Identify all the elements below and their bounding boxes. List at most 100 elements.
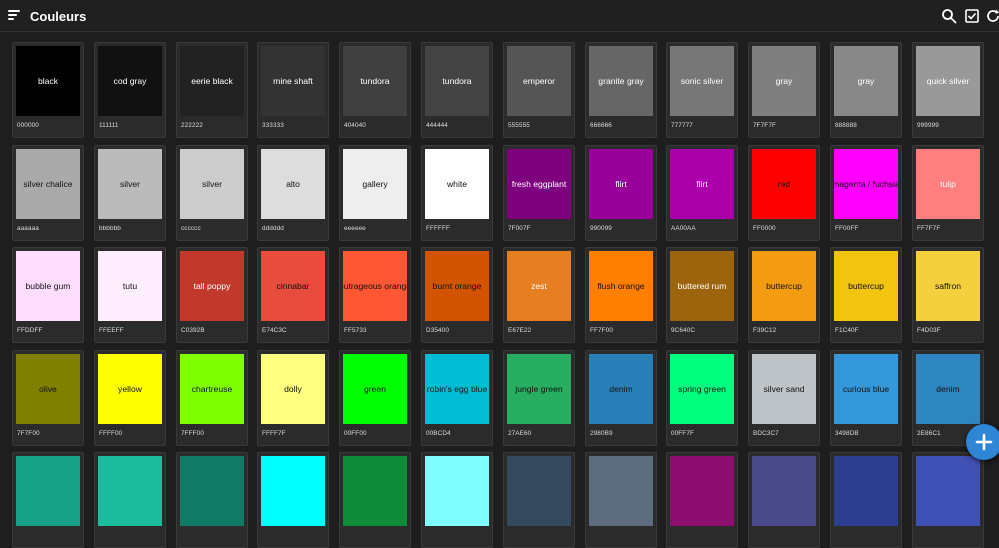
color-name: granite gray [598, 76, 643, 86]
color-card[interactable]: sonic silver777777 [666, 42, 738, 138]
color-card[interactable]: whiteFFFFFF [421, 145, 493, 241]
color-swatch: denim [916, 354, 980, 424]
color-card[interactable]: yellowFFFF00 [94, 350, 166, 446]
color-card[interactable]: cinnabarE74C3C [257, 247, 329, 343]
color-swatch: tundora [425, 46, 489, 116]
refresh-icon[interactable] [985, 8, 999, 24]
checkbox-icon[interactable] [964, 8, 980, 24]
color-card[interactable]: outrageous orangeFF5733 [339, 247, 411, 343]
color-card[interactable]: fresh eggplant7F007F [503, 145, 575, 241]
color-card[interactable]: cod gray111111 [94, 42, 166, 138]
search-icon[interactable] [941, 8, 957, 24]
color-card[interactable]: buttered rum9C640C [666, 247, 738, 343]
color-name: spring green [678, 384, 726, 394]
color-card[interactable]: tall poppyC0392B [176, 247, 248, 343]
color-card[interactable] [585, 452, 657, 548]
color-hex-code: 404040 [344, 122, 366, 129]
color-card[interactable]: altodddddd [257, 145, 329, 241]
color-card[interactable]: galleryeeeeee [339, 145, 411, 241]
color-name: burnt orange [433, 281, 482, 291]
color-name: emperor [523, 76, 555, 86]
color-card[interactable]: spring green00FF7F [666, 350, 738, 446]
color-card[interactable]: jungle green27AE60 [503, 350, 575, 446]
color-name: silver [202, 179, 222, 189]
color-swatch: gray [752, 46, 816, 116]
color-card[interactable]: silver chaliceaaaaaa [12, 145, 84, 241]
color-card[interactable]: silvercccccc [176, 145, 248, 241]
color-swatch: gallery [343, 149, 407, 219]
color-card[interactable] [421, 452, 493, 548]
color-card[interactable]: tulipFF7F7F [912, 145, 984, 241]
color-hex-code: 7F7F7F [753, 122, 776, 129]
color-name: eerie black [191, 76, 233, 86]
color-card[interactable]: gray888888 [830, 42, 902, 138]
color-card[interactable]: dollyFFFF7F [257, 350, 329, 446]
color-card[interactable]: flirt990099 [585, 145, 657, 241]
color-card[interactable]: emperor555555 [503, 42, 575, 138]
color-card[interactable]: zestE67E22 [503, 247, 575, 343]
color-card[interactable]: magenta / fuchsiaFF00FF [830, 145, 902, 241]
color-card[interactable]: curious blue3498DB [830, 350, 902, 446]
color-card[interactable] [503, 452, 575, 548]
color-card[interactable] [12, 452, 84, 548]
color-card[interactable]: granite gray666666 [585, 42, 657, 138]
color-card[interactable]: silver sandBDC3C7 [748, 350, 820, 446]
color-hex-code: 333333 [262, 122, 284, 129]
color-hex-code: FF7F7F [917, 225, 940, 232]
color-swatch: jungle green [507, 354, 571, 424]
color-card[interactable] [176, 452, 248, 548]
menu-icon[interactable] [7, 7, 23, 23]
color-card[interactable] [666, 452, 738, 548]
color-hex-code: 7F007F [508, 225, 531, 232]
color-card[interactable]: buttercupF39C12 [748, 247, 820, 343]
color-swatch [98, 456, 162, 526]
color-card[interactable]: olive7F7F00 [12, 350, 84, 446]
color-card[interactable] [830, 452, 902, 548]
color-card[interactable]: chartreuse7FFF00 [176, 350, 248, 446]
color-card[interactable]: tutuFFEEFF [94, 247, 166, 343]
color-name: denim [936, 384, 959, 394]
color-card[interactable]: gray 7F7F7F [748, 42, 820, 138]
color-card[interactable]: flush orangeFF7F00 [585, 247, 657, 343]
color-name: tundora [360, 76, 389, 86]
color-swatch: red [752, 149, 816, 219]
color-card[interactable]: saffronF4D03F [912, 247, 984, 343]
color-card[interactable]: mine shaft333333 [257, 42, 329, 138]
color-card[interactable] [257, 452, 329, 548]
color-swatch: denim [589, 354, 653, 424]
color-card[interactable]: silverbbbbbb [94, 145, 166, 241]
color-swatch: alto [261, 149, 325, 219]
color-card[interactable]: denim2980B9 [585, 350, 657, 446]
color-name: cinnabar [277, 281, 310, 291]
plus-icon [975, 433, 993, 451]
color-card[interactable]: quick silver999999 [912, 42, 984, 138]
color-swatch: zest [507, 251, 571, 321]
color-swatch: saffron [916, 251, 980, 321]
color-swatch [834, 456, 898, 526]
color-swatch: quick silver [916, 46, 980, 116]
color-card[interactable]: eerie black222222 [176, 42, 248, 138]
color-swatch: bubble gum [16, 251, 80, 321]
color-card[interactable] [748, 452, 820, 548]
color-card[interactable]: robin's egg blue00BCD4 [421, 350, 493, 446]
color-name: buttercup [848, 281, 884, 291]
color-name: yellow [118, 384, 142, 394]
color-card[interactable]: redFF0000 [748, 145, 820, 241]
color-swatch: gray [834, 46, 898, 116]
color-card[interactable] [94, 452, 166, 548]
color-card[interactable]: green00FF00 [339, 350, 411, 446]
color-card[interactable]: tundora444444 [421, 42, 493, 138]
color-card[interactable] [339, 452, 411, 548]
color-hex-code: 7FFF00 [181, 430, 204, 437]
color-name: tall poppy [194, 281, 231, 291]
color-card[interactable]: flirtAA00AA [666, 145, 738, 241]
color-name: red [778, 179, 790, 189]
color-card[interactable]: bubble gumFFDDFF [12, 247, 84, 343]
add-color-button[interactable] [966, 424, 999, 460]
color-name: jungle green [515, 384, 562, 394]
color-card[interactable]: buttercupF1C40F [830, 247, 902, 343]
color-card[interactable]: burnt orangeD35400 [421, 247, 493, 343]
color-card[interactable] [912, 452, 984, 548]
color-card[interactable]: black000000 [12, 42, 84, 138]
color-card[interactable]: tundora 404040 [339, 42, 411, 138]
